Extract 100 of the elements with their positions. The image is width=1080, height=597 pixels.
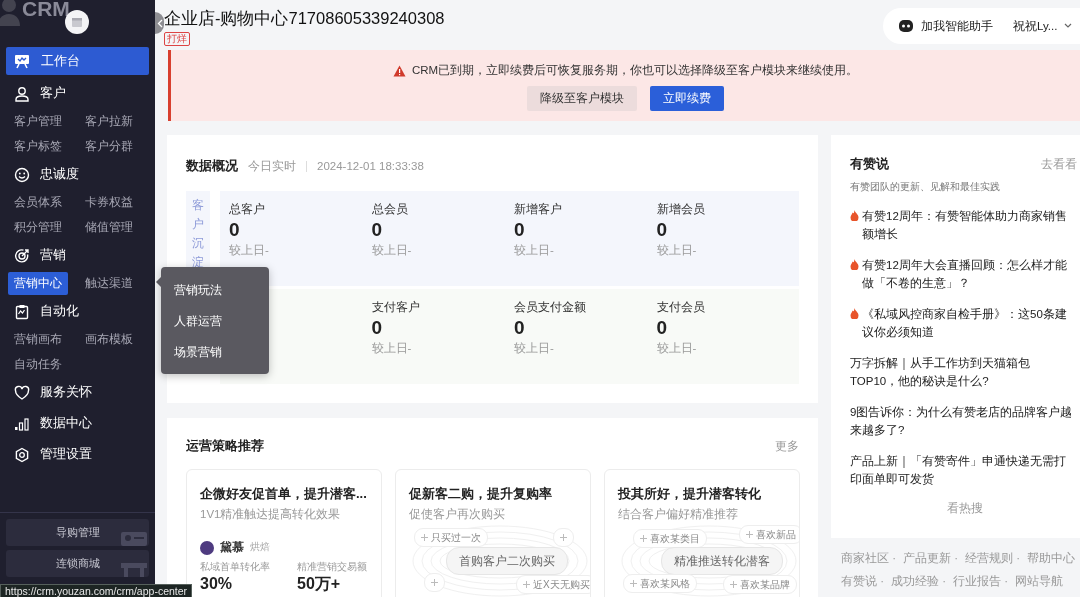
news-link[interactable]: 《私域风控商家自检手册》：这50条建议你必须知道	[862, 305, 1074, 341]
metric-label: 会员支付金额	[514, 300, 587, 315]
stat-label: 精准营销交易额	[297, 561, 367, 574]
status-url-tooltip: https://crm.youzan.com/crm/app-center	[0, 584, 193, 597]
strategy-item[interactable]: 投其所好，提升潜客转化 结合客户偏好精准推荐 喜欢某类目 喜欢新品 精准推送转化潜客 喜欢某风格 喜欢某品牌	[604, 469, 800, 597]
plus-icon	[560, 534, 567, 541]
center-tag: 精准推送转化潜客	[661, 547, 783, 575]
news-link[interactable]: 产品上新｜「有赞寄件」申通快递无需打印面单即可发货	[850, 452, 1074, 488]
nav-item[interactable]: 营销画布	[8, 328, 68, 351]
metric-compare: 较上日-	[371, 341, 413, 356]
realtime-label: 今日实时	[248, 158, 296, 174]
fire-icon	[850, 308, 859, 319]
section-title: 数据概况	[186, 157, 238, 175]
stat-label: 私域首单转化率	[200, 561, 270, 574]
metric-value: 0	[656, 218, 669, 242]
fire-icon	[850, 210, 859, 221]
nav-group-label: 客户	[40, 85, 66, 102]
workbench-icon	[14, 53, 30, 69]
metric-value: 0	[514, 218, 526, 242]
nav-item[interactable]: 客户分群	[79, 135, 139, 158]
plus-icon	[640, 535, 647, 542]
nav-group-label: 服务关怀	[40, 384, 92, 401]
nav-item[interactable]: 工作台	[6, 47, 149, 75]
metric-value: 0	[656, 316, 669, 340]
news-link[interactable]: 有赞12周年：有赞智能体助力商家销售额增长	[862, 207, 1074, 243]
nav-group-label: 数据中心	[40, 415, 92, 432]
metric-compare: 较上日-	[371, 243, 413, 258]
metric-value: 0	[371, 218, 384, 242]
downgrade-button[interactable]: 降级至客户模块	[527, 86, 637, 111]
nav-group[interactable]: 营销	[6, 240, 149, 271]
nav-group[interactable]: 自动化	[6, 296, 149, 327]
strategy-subtitle: 促使客户再次购买	[409, 507, 506, 522]
metric-label: 新增会员	[656, 202, 706, 217]
shop-icon	[121, 563, 147, 577]
metric-compare: 较上日-	[514, 243, 555, 258]
nav-group[interactable]: 管理设置	[6, 439, 149, 470]
nav-group[interactable]: 忠诚度	[6, 159, 149, 190]
nav-item[interactable]: 客户管理	[8, 110, 68, 133]
assistant-link[interactable]: 加我智能助手	[921, 18, 993, 34]
sidebar-button[interactable]: 连锁商城	[6, 550, 149, 577]
plus-icon	[746, 531, 753, 538]
metric-value: 0	[371, 316, 384, 340]
clipboard-icon	[14, 303, 30, 320]
chevron-left-icon	[156, 18, 163, 28]
fire-icon	[850, 259, 859, 270]
bar-chart-icon	[14, 415, 30, 432]
metric-compare: 较上日-	[656, 341, 698, 356]
nav-item[interactable]: 积分管理	[8, 216, 68, 239]
sidebar-button[interactable]: 导购管理	[6, 519, 149, 546]
nav-group[interactable]: 服务关怀	[6, 377, 149, 408]
metric-value: 0	[514, 316, 526, 340]
collapse-handle[interactable]	[155, 12, 164, 34]
nav-item[interactable]: 卡券权益	[79, 191, 139, 214]
user-name[interactable]: 祝祝Ly...	[1013, 18, 1058, 34]
strategy-title: 企微好友促首单，提升潜客...	[200, 485, 368, 503]
nav-item[interactable]: 触达渠道	[79, 272, 139, 295]
smiley-icon	[14, 166, 30, 183]
center-tag: 首购客户二次购买	[446, 547, 568, 575]
nav-item[interactable]: 画布模板	[79, 328, 139, 351]
nav-item[interactable]: 营销中心	[8, 272, 68, 295]
metric-label: 支付会员	[656, 300, 706, 315]
menu-item[interactable]: 场景营销	[161, 337, 269, 368]
strategy-subtitle: 结合客户偏好精准推荐	[618, 507, 739, 522]
nav-group-label: 忠诚度	[40, 166, 79, 183]
nav-group-label: 营销	[40, 247, 66, 264]
plus-icon	[730, 581, 737, 588]
strategy-item[interactable]: 促新客二购，提升复购率 促使客户再次购买 只买过一次 首购客户二次购买 近X天无购买	[395, 469, 591, 597]
id-card-icon	[121, 532, 147, 546]
strategy-title: 投其所好，提升潜客转化	[618, 485, 762, 503]
nav-item[interactable]: 会员体系	[8, 191, 68, 214]
timestamp: 2024-12-01 18:33:38	[317, 160, 424, 172]
group-label: 客户沉淀	[192, 198, 204, 270]
nav-item[interactable]: 客户拉新	[79, 110, 139, 133]
status-tag: 打烊	[164, 32, 190, 46]
metric-label: 总会员	[371, 202, 409, 217]
target-icon	[14, 247, 30, 264]
nav-item[interactable]: 自动任务	[8, 353, 68, 376]
menu-item[interactable]: 人群运营	[161, 306, 269, 337]
renew-button[interactable]: 立即续费	[650, 86, 724, 111]
nav-item[interactable]: 客户标签	[8, 135, 68, 158]
tag-text: 喜欢新品	[756, 527, 796, 542]
nav-group[interactable]: 数据中心	[6, 408, 149, 439]
stat-value: 50万+	[297, 575, 342, 593]
metric-label: 支付客户	[371, 300, 421, 315]
logo-text: CRM	[22, 0, 70, 21]
plus-icon	[421, 534, 428, 541]
nav-group-label: 自动化	[40, 303, 79, 320]
menu-item[interactable]: 营销玩法	[161, 275, 269, 306]
news-link[interactable]: 有赞12周年大会直播回顾：怎么样才能做「不卷的生意」？	[862, 256, 1074, 292]
news-link[interactable]: 9图告诉你：为什么有赞老店的品牌客户越来越多了?	[850, 403, 1074, 439]
nav-item[interactable]: 储值管理	[79, 216, 139, 239]
page-title: 企业店-购物中心71708605339240308	[164, 8, 445, 28]
nav-group-label: 管理设置	[40, 446, 92, 463]
tag-text: 近X天无购买	[533, 577, 590, 592]
metric-compare: 较上日-	[656, 243, 698, 258]
stat-value: 30%	[200, 575, 234, 593]
plus-icon	[523, 581, 530, 588]
news-link[interactable]: 万字拆解｜从手工作坊到天猫箱包TOP10，他的秘诀是什么?	[850, 354, 1074, 390]
warning-icon	[392, 64, 406, 77]
nav-group[interactable]: 客户	[6, 78, 149, 109]
